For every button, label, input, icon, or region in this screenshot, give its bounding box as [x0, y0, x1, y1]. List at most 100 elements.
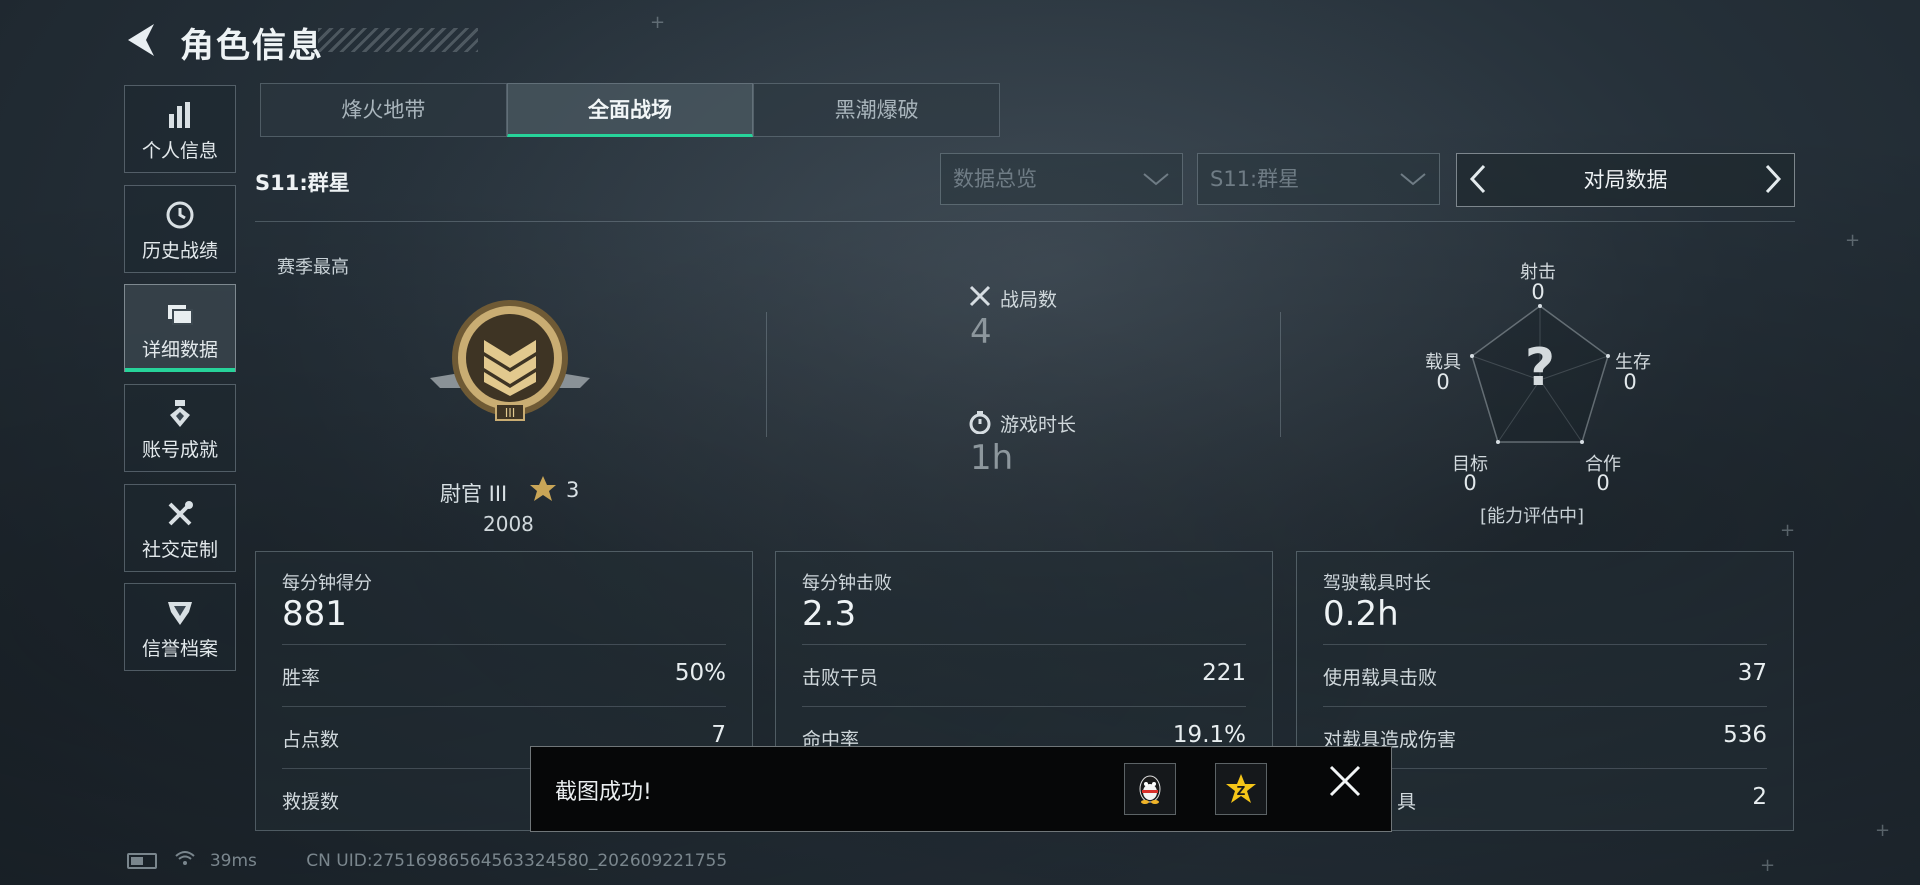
stopwatch-icon [968, 410, 992, 440]
sidebar-item-label: 社交定制 [141, 539, 218, 561]
sidebar-item-achievements[interactable]: 账号成就 [124, 384, 236, 472]
switcher-label: 对局数据 [1583, 168, 1668, 192]
back-button[interactable] [124, 20, 164, 64]
row-value: 221 [1202, 660, 1246, 686]
battery-icon [127, 852, 157, 869]
divider [282, 644, 726, 645]
toast-message: 截图成功! [555, 780, 652, 805]
rank-name: 尉官 III [440, 482, 508, 506]
divider [802, 644, 1246, 645]
season-dropdown[interactable]: S11:群星 [1197, 153, 1440, 205]
star-icon [528, 474, 558, 511]
row-value: 536 [1723, 722, 1767, 748]
penguin-icon [1139, 775, 1161, 804]
tab-black-tide[interactable]: 黑潮爆破 [753, 83, 1001, 137]
close-icon[interactable] [1327, 761, 1363, 811]
card-value: 2.3 [802, 594, 857, 634]
page-title: 角色信息 [180, 26, 324, 66]
mode-tabs: 烽火地带 全面战场 黑潮爆破 [260, 83, 1001, 137]
row-label: 击败干员 [802, 667, 879, 689]
svg-text:III: III [505, 406, 516, 420]
chevron-down-icon [1142, 154, 1170, 223]
divider [766, 312, 767, 437]
decor-cross: + [1875, 820, 1891, 841]
sidebar-item-label: 账号成就 [141, 439, 218, 461]
title-decoration [318, 28, 478, 52]
sidebar-item-personal-info[interactable]: 个人信息 [124, 85, 236, 173]
sidebar-item-detailed-data[interactable]: 详细数据 [124, 284, 236, 372]
row-value: 37 [1737, 660, 1767, 686]
card-label: 每分钟得分 [282, 573, 372, 594]
card-value: 881 [282, 594, 347, 634]
divider [282, 706, 726, 707]
qzone-star-icon: Z [1226, 774, 1256, 803]
season-title: S11:群星 [255, 171, 350, 195]
crossed-swords-icon [968, 284, 992, 314]
screenshot-toast: 截图成功! Z [530, 746, 1392, 832]
divider [255, 221, 1795, 222]
card-label: 驾驶载具时长 [1323, 573, 1431, 594]
medal-icon [165, 399, 195, 429]
divider [802, 706, 1246, 707]
data-type-switcher: 对局数据 [1456, 153, 1795, 207]
decor-cross: + [1780, 520, 1796, 541]
divider [1280, 312, 1281, 437]
folder-icon [165, 299, 195, 329]
back-arrow-icon [128, 24, 154, 56]
radar-value-objective: 0 [1463, 471, 1477, 495]
radar-value-vehicle: 0 [1436, 370, 1450, 394]
share-qzone-button[interactable]: Z [1215, 763, 1267, 815]
data-overview-dropdown[interactable]: 数据总览 [940, 153, 1183, 205]
decor-cross: + [650, 12, 666, 33]
dropdown-value: S11:群星 [1210, 167, 1300, 191]
card-value: 0.2h [1323, 594, 1399, 634]
radar-value-survival: 0 [1623, 370, 1637, 394]
tab-full-battlefield[interactable]: 全面战场 [506, 83, 754, 137]
radar-note: [能力评估中] [1480, 506, 1585, 527]
sidebar-item-label: 信誉档案 [141, 638, 218, 660]
row-label: 救援数 [282, 791, 340, 813]
matches-label: 战局数 [1000, 289, 1058, 311]
share-qq-button[interactable] [1124, 763, 1176, 815]
season-best-label: 赛季最高 [277, 257, 349, 278]
card-label: 每分钟击败 [802, 573, 892, 594]
playtime-label: 游戏时长 [1000, 414, 1077, 436]
sidebar-item-label: 详细数据 [141, 339, 218, 361]
sidebar-item-social[interactable]: 社交定制 [124, 484, 236, 572]
row-value: 19.1% [1172, 722, 1246, 748]
row-label: 占点数 [282, 729, 340, 751]
row-label: 具 [1397, 791, 1417, 813]
chevron-left-icon[interactable] [1467, 160, 1489, 206]
ping-value: 39ms [209, 850, 257, 871]
bar-chart-icon [165, 100, 195, 130]
sidebar-item-reputation[interactable]: 信誉档案 [124, 583, 236, 671]
decor-cross: + [1845, 230, 1861, 251]
ability-radar-chart: ? [1460, 300, 1620, 450]
tab-warzone[interactable]: 烽火地带 [260, 83, 507, 137]
row-value: 2 [1752, 784, 1767, 810]
sidebar-item-label: 历史战绩 [141, 240, 218, 262]
history-clock-icon [165, 200, 195, 230]
chevron-down-icon [1399, 154, 1427, 223]
dropdown-value: 数据总览 [953, 167, 1037, 191]
decor-cross: + [1760, 855, 1776, 876]
row-value: 7 [711, 722, 726, 748]
divider [1323, 706, 1767, 707]
status-bar: 39ms CN UID:2751698656456332458​0_202609… [127, 849, 727, 872]
sidebar-item-label: 个人信息 [141, 140, 218, 162]
sidebar-item-history[interactable]: 历史战绩 [124, 185, 236, 273]
playtime-value: 1h [970, 438, 1014, 478]
shield-emblem-icon [165, 598, 195, 628]
row-label: 使用载具击败 [1323, 667, 1438, 689]
radar-value-teamwork: 0 [1596, 471, 1610, 495]
row-label: 胜率 [282, 667, 321, 689]
rank-star-count: 3 [566, 478, 580, 502]
rank-badge-icon: III [426, 296, 594, 426]
tools-icon [165, 499, 195, 529]
radar-value-shooting: 0 [1531, 280, 1545, 304]
divider [1323, 644, 1767, 645]
radar-center-mark: ? [1524, 338, 1556, 398]
chevron-right-icon[interactable] [1762, 160, 1784, 206]
matches-value: 4 [970, 312, 992, 352]
wifi-icon [174, 849, 196, 872]
